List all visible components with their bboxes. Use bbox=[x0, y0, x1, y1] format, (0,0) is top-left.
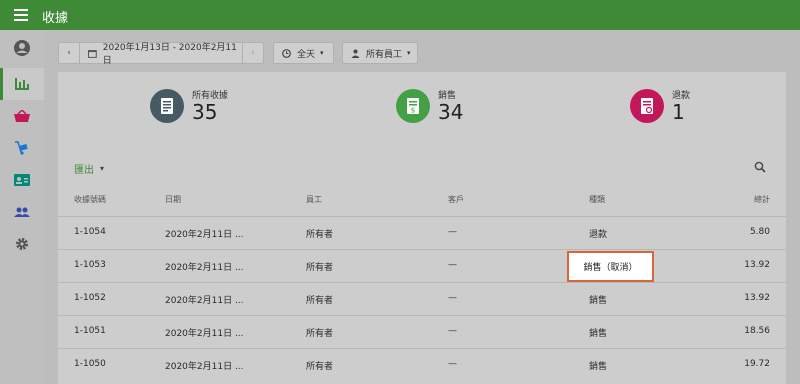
time-filter-dropdown[interactable]: 全天 ▾ bbox=[273, 42, 334, 64]
all-receipts-count: 35 bbox=[192, 100, 218, 124]
sidebar-item-account[interactable] bbox=[0, 32, 44, 64]
receipt-total: 19.72 bbox=[744, 359, 770, 369]
sidebar-item-reports[interactable] bbox=[0, 68, 44, 100]
receipt-date: 2020年2月11日 ... bbox=[165, 329, 244, 339]
receipt-icon bbox=[150, 88, 184, 123]
column-header-type: 種類 bbox=[589, 195, 605, 204]
receipt-number: 1-1051 bbox=[74, 326, 106, 336]
sales-count: 34 bbox=[438, 100, 464, 124]
receipt-date: 2020年2月11日 ... bbox=[165, 296, 244, 306]
search-icon[interactable] bbox=[754, 161, 766, 173]
receipt-total: 13.92 bbox=[744, 260, 770, 270]
receipt-employee: 所有者 bbox=[306, 296, 334, 306]
sidebar-item-employees[interactable] bbox=[0, 196, 44, 228]
receipt-employee: 所有者 bbox=[306, 263, 334, 273]
refunds-tab[interactable]: 退款 1 bbox=[630, 88, 690, 123]
export-label: 匯出 bbox=[74, 165, 94, 176]
date-range-button[interactable]: 2020年1月13日 - 2020年2月11日 bbox=[80, 40, 242, 66]
sidebar-item-inventory[interactable] bbox=[0, 132, 44, 164]
employee-filter-label: 所有員工 bbox=[366, 49, 403, 60]
receipt-employee: 所有者 bbox=[306, 362, 334, 372]
receipt-customer: — bbox=[448, 260, 457, 270]
receipt-type: 銷售 bbox=[589, 329, 608, 339]
dropdown-caret-icon: ▾ bbox=[100, 164, 105, 173]
top-bar: 收據 bbox=[0, 0, 800, 30]
receipt-number: 1-1050 bbox=[74, 359, 106, 369]
receipt-number: 1-1054 bbox=[74, 227, 106, 237]
receipt-date: 2020年2月11日 ... bbox=[165, 362, 244, 372]
dropdown-caret-icon: ▾ bbox=[320, 49, 324, 57]
clock-icon bbox=[282, 48, 291, 58]
column-header-customer: 客戶 bbox=[448, 195, 464, 204]
refund-receipt-icon bbox=[630, 88, 664, 123]
receipt-type: 銷售（取消） bbox=[583, 263, 638, 273]
receipt-customer: — bbox=[448, 359, 457, 369]
sidebar-item-items[interactable] bbox=[0, 100, 44, 132]
receipt-type: 銷售 bbox=[589, 362, 608, 372]
column-header-employee: 員工 bbox=[306, 195, 322, 204]
receipts-table: 匯出 ▾ 收據號碼 日期 員工 客戶 種類 總計 1-1054 2020年2月1… bbox=[58, 150, 786, 384]
export-button[interactable]: 匯出 ▾ bbox=[74, 161, 104, 176]
receipt-number: 1-1053 bbox=[74, 260, 106, 270]
receipt-date: 2020年2月11日 ... bbox=[165, 263, 244, 273]
receipt-total: 5.80 bbox=[749, 227, 770, 237]
receipt-type: 退款 bbox=[589, 230, 608, 240]
basket-icon bbox=[14, 110, 30, 122]
receipt-total: 13.92 bbox=[744, 293, 770, 303]
receipt-customer: — bbox=[448, 326, 457, 336]
receipt-total: 18.56 bbox=[744, 326, 770, 336]
previous-range-button[interactable]: ‹ bbox=[59, 43, 80, 63]
receipt-employee: 所有者 bbox=[306, 230, 334, 240]
sidebar bbox=[0, 30, 44, 384]
sales-receipt-icon: $ bbox=[396, 88, 430, 123]
all-receipts-tab[interactable]: 所有收據 35 bbox=[150, 88, 228, 123]
next-range-button[interactable]: › bbox=[242, 43, 263, 63]
bar-chart-icon bbox=[15, 78, 29, 90]
column-header-date[interactable]: 日期 bbox=[165, 194, 181, 205]
chevron-right-icon: › bbox=[251, 48, 255, 58]
dropdown-caret-icon: ▾ bbox=[407, 49, 411, 57]
sidebar-item-settings[interactable] bbox=[0, 228, 44, 260]
person-icon bbox=[351, 49, 360, 58]
sales-tab[interactable]: $ 銷售 34 bbox=[396, 88, 463, 123]
receipt-date: 2020年2月11日 ... bbox=[165, 230, 244, 240]
highlighted-type-cell: 銷售（取消） bbox=[567, 251, 654, 282]
id-card-icon bbox=[14, 174, 30, 186]
refunds-count: 1 bbox=[672, 100, 685, 124]
date-range-label: 2020年1月13日 - 2020年2月11日 bbox=[102, 43, 237, 66]
column-header-total: 總計 bbox=[754, 195, 770, 204]
receipt-customer: — bbox=[448, 293, 457, 303]
account-icon bbox=[14, 40, 30, 56]
table-row[interactable]: 1-1052 2020年2月11日 ... 所有者 — 銷售 13.92 bbox=[58, 282, 786, 315]
receipt-employee: 所有者 bbox=[306, 329, 334, 339]
employee-filter-dropdown[interactable]: 所有員工 ▾ bbox=[342, 42, 418, 64]
chevron-left-icon: ‹ bbox=[67, 48, 71, 58]
people-icon bbox=[14, 207, 30, 217]
receipt-type: 銷售 bbox=[589, 296, 608, 306]
table-row[interactable]: 1-1053 2020年2月11日 ... 所有者 — 銷售（取消） 13.92 bbox=[58, 249, 786, 282]
main-content: ‹ 2020年1月13日 - 2020年2月11日 › 全天 ▾ 所有員工 ▾ … bbox=[44, 30, 800, 384]
page-title: 收據 bbox=[42, 11, 69, 26]
table-row[interactable]: 1-1050 2020年2月11日 ... 所有者 — 銷售 19.72 bbox=[58, 348, 786, 381]
receipt-customer: — bbox=[448, 227, 457, 237]
column-header-receipt[interactable]: 收據號碼 bbox=[74, 194, 106, 205]
time-filter-label: 全天 bbox=[297, 49, 316, 60]
sidebar-item-customers[interactable] bbox=[0, 164, 44, 196]
menu-icon[interactable] bbox=[14, 9, 28, 21]
gear-icon bbox=[16, 238, 28, 250]
calendar-icon bbox=[88, 49, 97, 58]
receipt-number: 1-1052 bbox=[74, 293, 106, 303]
svg-text:$: $ bbox=[411, 106, 415, 114]
date-range-picker: ‹ 2020年1月13日 - 2020年2月11日 › bbox=[58, 40, 264, 66]
table-row[interactable]: 1-1054 2020年2月11日 ... 所有者 — 退款 5.80 bbox=[58, 216, 786, 249]
hand-truck-icon bbox=[15, 141, 28, 155]
table-row[interactable]: 1-1051 2020年2月11日 ... 所有者 — 銷售 18.56 bbox=[58, 315, 786, 348]
